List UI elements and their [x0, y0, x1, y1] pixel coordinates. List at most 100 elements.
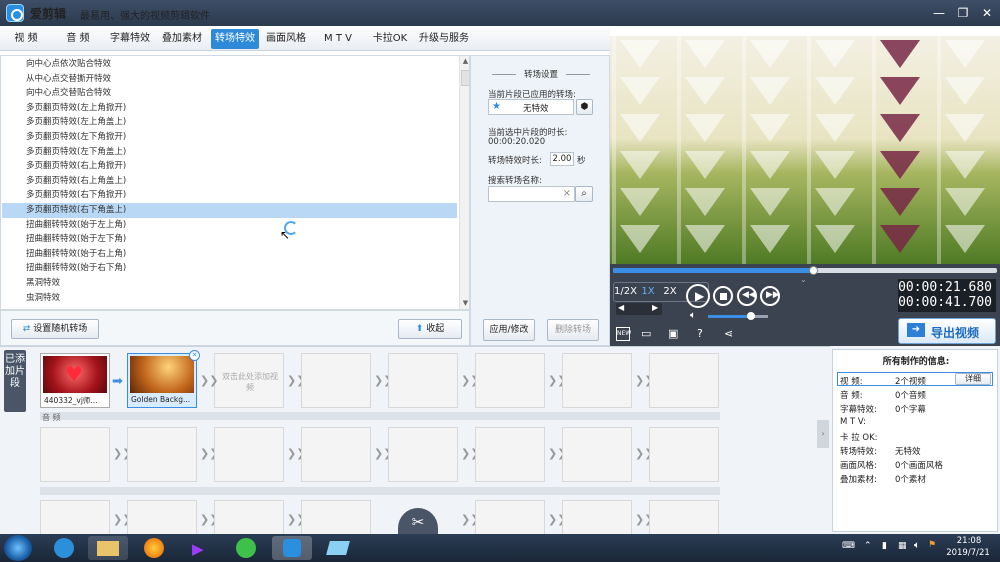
tab-karaoke[interactable]: 卡拉OK — [366, 29, 414, 49]
tray-expand-icon[interactable]: ⌃ — [864, 541, 872, 551]
new-project-icon[interactable]: NEW — [616, 327, 631, 341]
empty-slot[interactable] — [127, 427, 197, 482]
export-video-button[interactable]: ➜ 导出视频 — [898, 318, 996, 344]
collapse-button[interactable]: ⬆ 收起 — [398, 319, 462, 339]
transition-item[interactable]: 多页翻页特效(右上角盖上) — [2, 174, 457, 189]
add-video-slot[interactable]: 双击此处添加视频 — [214, 353, 284, 408]
speed-1x-button[interactable]: 1X — [638, 286, 658, 297]
transition-item[interactable]: 从中心点交替撕开特效 — [2, 72, 457, 87]
taskbar-player-icon[interactable]: ▶ — [180, 536, 220, 560]
taskbar-media-icon[interactable] — [44, 536, 84, 560]
speaker-icon[interactable]: 🔈︎ — [914, 540, 920, 551]
scroll-up-icon[interactable]: ▲ — [460, 56, 469, 67]
empty-slot[interactable] — [40, 427, 110, 482]
effect-duration-input[interactable]: 2.00 — [550, 152, 574, 166]
empty-slot[interactable] — [388, 427, 458, 482]
export-icon: ➜ — [907, 323, 925, 337]
step-forward-icon[interactable]: ▶ — [652, 303, 658, 312]
random-transition-button[interactable]: ⇄ 设置随机转场 — [11, 319, 99, 339]
play-button[interactable]: ▶ — [686, 284, 710, 308]
tray-flag-icon[interactable]: ⚑ — [928, 540, 936, 550]
transition-item[interactable]: 扭曲翻转特效(始于右上角) — [2, 247, 457, 262]
clock-time[interactable]: 21:08 — [944, 536, 994, 546]
cube-icon[interactable]: ⬢ — [576, 99, 593, 115]
tab-transition[interactable]: 转场特效 — [211, 29, 259, 49]
usb-icon[interactable]: ▮ — [882, 541, 887, 551]
taskbar-firefox-icon[interactable] — [134, 536, 174, 560]
clear-icon[interactable]: × — [563, 188, 571, 199]
expand-chevron-icon[interactable]: ⌄ — [800, 275, 807, 284]
close-icon[interactable]: ✕ — [976, 3, 998, 23]
panel-toggle-icon[interactable]: › — [817, 420, 829, 448]
tab-upgrade[interactable]: 升级与服务 — [416, 29, 472, 49]
list-scrollbar[interactable]: ▲ ▼ — [459, 56, 469, 309]
transition-item[interactable]: 多页翻页特效(左上角盖上) — [2, 115, 457, 130]
clip-card-2[interactable]: Golden Backg... ✕ — [127, 350, 200, 408]
transition-item[interactable]: 扭曲翻转特效(始于左下角) — [2, 232, 457, 247]
transition-item[interactable]: 多页翻页特效(右上角掀开) — [2, 159, 457, 174]
prev-frame-button[interactable]: ◀◀ — [737, 286, 757, 306]
search-icon[interactable]: ⌕ — [575, 186, 593, 202]
transition-item[interactable]: 黑洞特效 — [2, 276, 457, 291]
transition-item[interactable]: 扭曲翻转特效(始于右下角) — [2, 261, 457, 276]
audio-track-label: 音 频 — [42, 413, 61, 422]
transition-item[interactable]: 多页翻页特效(左下角掀开) — [2, 130, 457, 145]
empty-slot[interactable] — [562, 353, 632, 408]
taskbar-refresh-icon[interactable] — [226, 536, 266, 560]
volume-icon[interactable]: 🔈︎ — [690, 310, 696, 321]
empty-slot[interactable] — [649, 353, 719, 408]
empty-slot[interactable] — [649, 427, 719, 482]
transition-item[interactable]: 多页翻页特效(右下角掀开) — [2, 188, 457, 203]
share-icon[interactable]: ⋖ — [724, 327, 733, 340]
transition-item[interactable]: 虫洞特效 — [2, 291, 457, 306]
tab-mtv[interactable]: M T V — [314, 29, 362, 49]
keyboard-icon[interactable]: ⌨ — [842, 541, 855, 551]
transition-item[interactable]: 多页翻页特效(右下角盖上) — [2, 203, 457, 218]
taskbar-book-icon[interactable] — [318, 536, 358, 560]
progress-knob[interactable] — [808, 266, 818, 275]
stop-button[interactable] — [713, 286, 733, 306]
transition-item[interactable]: 向中心点依次贴合特效 — [2, 57, 457, 72]
restore-icon[interactable]: ❐ — [952, 3, 974, 23]
empty-slot[interactable] — [475, 427, 545, 482]
scroll-down-icon[interactable]: ▼ — [460, 298, 469, 309]
clock-date[interactable]: 2019/7/21 — [938, 548, 998, 558]
empty-slot[interactable] — [214, 427, 284, 482]
audio-track-bar — [40, 412, 720, 420]
tab-overlay[interactable]: 叠加素材 — [158, 29, 206, 49]
step-back-icon[interactable]: ◀ — [618, 303, 624, 312]
speed-2x-button[interactable]: 2X — [660, 286, 680, 297]
network-icon[interactable]: ▦ — [898, 541, 907, 551]
detail-button[interactable]: 详细 — [955, 373, 991, 385]
empty-slot[interactable] — [475, 353, 545, 408]
taskbar-aijianji-icon[interactable] — [272, 536, 312, 560]
empty-slot[interactable] — [562, 427, 632, 482]
help-icon[interactable]: ? — [697, 327, 703, 340]
remove-clip-icon[interactable]: ✕ — [189, 350, 200, 361]
tab-style[interactable]: 画面风格 — [262, 29, 310, 49]
empty-slot[interactable] — [388, 353, 458, 408]
tab-subtitle[interactable]: 字幕特效 — [106, 29, 154, 49]
search-input[interactable]: × — [488, 186, 575, 202]
next-frame-button[interactable]: ▶▶ — [760, 286, 780, 306]
taskbar-explorer-icon[interactable] — [88, 536, 128, 560]
transition-item[interactable]: 多页翻页特效(左下角盖上) — [2, 145, 457, 160]
preview-background — [610, 36, 1000, 264]
empty-slot[interactable] — [301, 427, 371, 482]
delete-transition-button[interactable]: 删除转场 — [547, 319, 599, 341]
transition-item[interactable]: 向中心点交替贴合特效 — [2, 86, 457, 101]
open-folder-icon[interactable]: ▭ — [641, 327, 651, 340]
empty-slot[interactable] — [301, 353, 371, 408]
clip-card-1[interactable]: ♥ 440332_vj师... — [40, 353, 110, 408]
scroll-thumb[interactable] — [461, 70, 469, 86]
speed-half-button[interactable]: 1/2X — [614, 286, 637, 297]
sequence-arrow-icon: ❯❯ — [548, 513, 567, 526]
transition-item[interactable]: 扭曲翻转特效(始于左上角) — [2, 218, 457, 233]
tab-video[interactable]: 视 频 — [4, 29, 48, 49]
apply-button[interactable]: 应用/修改 — [483, 319, 535, 341]
start-button-icon[interactable] — [4, 535, 32, 561]
minimize-icon[interactable]: — — [928, 3, 950, 23]
save-icon[interactable]: ▣ — [668, 327, 678, 340]
tab-audio[interactable]: 音 频 — [56, 29, 100, 49]
transition-item[interactable]: 多页翻页特效(左上角掀开) — [2, 101, 457, 116]
